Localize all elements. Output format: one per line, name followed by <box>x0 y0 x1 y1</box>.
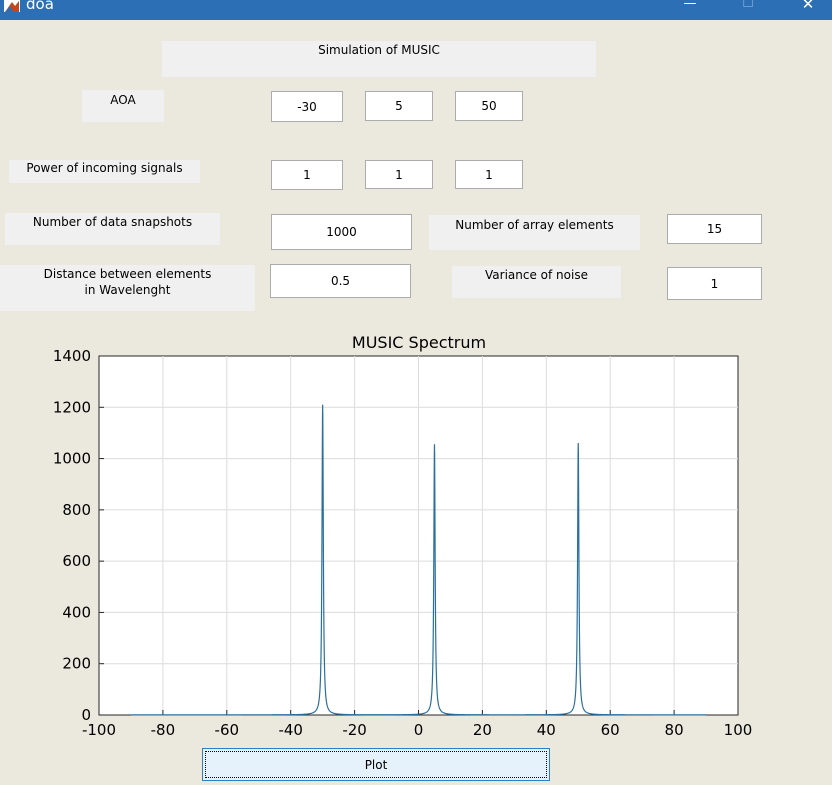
plot-button[interactable]: Plot <box>202 748 550 781</box>
y-axis-ticks: 0 200 400 600 800 1000 1200 1400 <box>53 347 104 724</box>
noise-label: Variance of noise <box>452 266 621 298</box>
y-tick-label: 1400 <box>53 347 91 365</box>
panel-title: Simulation of MUSIC <box>162 41 596 77</box>
distance-label-line1: Distance between elements <box>43 267 212 281</box>
x-tick-label: -40 <box>278 721 303 739</box>
aoa-field-2[interactable]: 5 <box>365 91 433 121</box>
x-tick-label: -80 <box>151 721 176 739</box>
y-tick-label: 200 <box>62 655 91 673</box>
x-tick-label: 40 <box>537 721 556 739</box>
x-tick-label: 20 <box>473 721 492 739</box>
panel-title-text: Simulation of MUSIC <box>318 43 440 57</box>
snapshots-label-text: Number of data snapshots <box>32 215 193 229</box>
x-tick-label: -60 <box>215 721 240 739</box>
window-titlebar: doa — ☐ ✕ <box>0 0 832 20</box>
y-tick-label: 800 <box>62 501 91 519</box>
chart-title: MUSIC Spectrum <box>352 333 486 352</box>
x-tick-label: 80 <box>665 721 684 739</box>
array-elements-label-text: Number of array elements <box>455 218 614 232</box>
minimize-button[interactable]: — <box>670 0 710 20</box>
noise-label-text: Variance of noise <box>485 268 588 282</box>
power-label-text: Power of incoming signals <box>26 161 183 175</box>
power-label: Power of incoming signals <box>9 160 200 183</box>
power-field-1[interactable]: 1 <box>271 160 343 190</box>
y-tick-label: 1200 <box>53 398 91 416</box>
y-tick-label: 600 <box>62 552 91 570</box>
y-tick-label: 400 <box>62 603 91 621</box>
distance-label-line2: in Wavelenght <box>84 283 171 297</box>
snapshots-field[interactable]: 1000 <box>271 214 412 250</box>
aoa-field-3[interactable]: 50 <box>455 91 523 121</box>
close-button[interactable]: ✕ <box>788 0 828 20</box>
matlab-app-icon <box>4 0 20 12</box>
distance-field[interactable]: 0.5 <box>270 264 411 298</box>
power-field-2[interactable]: 1 <box>365 160 433 189</box>
snapshots-label: Number of data snapshots <box>5 213 220 245</box>
aoa-label-text: AOA <box>110 93 136 107</box>
x-tick-label: -20 <box>342 721 367 739</box>
aoa-label: AOA <box>82 90 164 122</box>
window-title: doa <box>26 0 54 13</box>
y-tick-label: 0 <box>81 706 91 724</box>
aoa-field-1[interactable]: -30 <box>271 91 343 122</box>
x-tick-label: 0 <box>414 721 424 739</box>
array-elements-field[interactable]: 15 <box>667 214 762 244</box>
y-tick-label: 1000 <box>53 450 91 468</box>
x-tick-label: 100 <box>724 721 753 739</box>
x-tick-label: 60 <box>601 721 620 739</box>
noise-field[interactable]: 1 <box>667 267 762 300</box>
distance-label: Distance between elements in Wavelenght <box>0 265 255 311</box>
power-field-3[interactable]: 1 <box>455 160 523 189</box>
maximize-button[interactable]: ☐ <box>728 0 768 20</box>
music-spectrum-chart: MUSIC Spectrum -100 -80 -60 -40 -20 0 20 40 60 80… <box>53 333 753 739</box>
array-elements-label: Number of array elements <box>429 215 640 250</box>
